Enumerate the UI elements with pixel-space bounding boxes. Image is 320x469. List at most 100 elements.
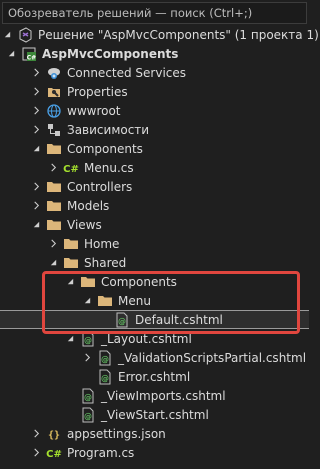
tree-node-label: Menu.cs [84, 160, 134, 175]
expand-chevron-icon[interactable] [30, 177, 42, 196]
properties-node[interactable]: Properties [0, 82, 309, 101]
views-folder[interactable]: Views [0, 215, 309, 234]
dependencies-icon [46, 122, 62, 138]
tree-node-label: _ViewImports.cshtml [101, 388, 226, 403]
properties-icon [46, 84, 62, 100]
tree-node-label: _ViewStart.cshtml [101, 407, 209, 422]
tree-node-label: Components [67, 141, 143, 156]
razor-file-icon: @ [97, 369, 113, 385]
tree-node-label: Зависимости [67, 122, 150, 137]
expand-chevron-icon[interactable] [81, 348, 93, 367]
folder-icon [63, 255, 79, 271]
folder-icon [46, 198, 62, 214]
viewstart-file[interactable]: @ _ViewStart.cshtml [0, 405, 309, 424]
default-cshtml-file[interactable]: @ Default.cshtml [0, 310, 309, 329]
collapse-chevron-icon[interactable] [1, 25, 13, 44]
tree-node-label: appsettings.json [67, 426, 166, 441]
expand-chevron-icon[interactable] [30, 101, 42, 120]
svg-text:C#: C# [27, 54, 36, 61]
collapse-chevron-icon[interactable] [64, 272, 76, 291]
menu-folder[interactable]: Menu [0, 291, 309, 310]
expand-chevron-icon[interactable] [47, 234, 59, 253]
collapse-chevron-icon[interactable] [47, 253, 59, 272]
expand-chevron-icon[interactable] [30, 63, 42, 82]
svg-text:@: @ [118, 317, 126, 326]
models-folder[interactable]: Models [0, 196, 309, 215]
connected-services-icon [46, 65, 62, 81]
error-cshtml-file[interactable]: @ Error.cshtml [0, 367, 309, 386]
folder-icon [63, 236, 79, 252]
svg-text:@: @ [84, 336, 92, 345]
folder-icon [80, 274, 96, 290]
tree-node-label: AspMvcComponents [42, 46, 179, 61]
program-cs-file[interactable]: C# Program.cs [0, 443, 309, 462]
csharp-file-icon: C# [63, 160, 79, 176]
expand-chevron-icon[interactable] [30, 196, 42, 215]
collapse-chevron-icon[interactable] [30, 215, 42, 234]
expand-chevron-icon[interactable] [47, 158, 59, 177]
tree-node-label: Shared [84, 255, 127, 270]
tree-node-label: Properties [67, 84, 128, 99]
csharp-file-icon: C# [46, 445, 62, 461]
connected-services-node[interactable]: Connected Services [0, 63, 309, 82]
collapse-chevron-icon[interactable] [64, 329, 76, 348]
tree-node-label: _ValidationScriptsPartial.cshtml [118, 350, 307, 365]
svg-text:@: @ [101, 355, 109, 364]
razor-file-icon: @ [97, 350, 113, 366]
solution-node[interactable]: Решение "AspMvcComponents" (1 проекта 1) [0, 25, 319, 44]
expand-chevron-icon[interactable] [30, 443, 42, 462]
home-folder[interactable]: Home [0, 234, 309, 253]
razor-file-icon: @ [80, 388, 96, 404]
solution-icon [17, 26, 33, 43]
svg-text:C#: C# [63, 164, 79, 175]
project-node[interactable]: C# AspMvcComponents [0, 44, 309, 63]
wwwroot-node[interactable]: wwwroot [0, 101, 309, 120]
razor-file-icon: @ [80, 407, 96, 423]
tree-node-label: Models [67, 198, 110, 213]
tree-node-label: Components [101, 274, 177, 289]
tree-node-label: Controllers [67, 179, 133, 194]
shared-components-folder[interactable]: Components [0, 272, 309, 291]
expand-chevron-icon[interactable] [30, 82, 42, 101]
appsettings-file[interactable]: {} appsettings.json [0, 424, 309, 443]
tree-node-label: Home [84, 236, 120, 251]
tree-node-label: Error.cshtml [118, 369, 191, 384]
collapse-chevron-icon[interactable] [5, 44, 17, 63]
tree-node-label: _Layout.cshtml [101, 331, 192, 346]
tree-node-label: Views [67, 217, 102, 232]
collapse-chevron-icon[interactable] [30, 139, 42, 158]
shared-folder[interactable]: Shared [0, 253, 309, 272]
svg-text:@: @ [84, 412, 92, 421]
menu-cs-file[interactable]: C# Menu.cs [0, 158, 309, 177]
tree-node-label: Default.cshtml [135, 312, 223, 327]
razor-file-icon: @ [80, 331, 96, 347]
search-bar[interactable] [2, 2, 307, 24]
folder-icon [46, 141, 62, 157]
folder-icon [46, 217, 62, 233]
json-file-icon: {} [46, 426, 62, 442]
components-folder[interactable]: Components [0, 139, 309, 158]
expand-chevron-icon[interactable] [30, 120, 42, 139]
tree-node-label: wwwroot [67, 103, 121, 118]
globe-icon [46, 103, 62, 119]
validation-scripts-file[interactable]: @ _ValidationScriptsPartial.cshtml [0, 348, 309, 367]
viewimports-file[interactable]: @ _ViewImports.cshtml [0, 386, 309, 405]
layout-cshtml-file[interactable]: @ _Layout.cshtml [0, 329, 309, 348]
controllers-folder[interactable]: Controllers [0, 177, 309, 196]
tree-node-label: Решение "AspMvcComponents" (1 проекта 1) [38, 27, 319, 42]
razor-file-icon: @ [114, 312, 130, 328]
expand-chevron-icon[interactable] [30, 424, 42, 443]
search-input[interactable] [3, 3, 306, 23]
collapse-chevron-icon[interactable] [81, 291, 93, 310]
tree-node-label: Connected Services [67, 65, 187, 80]
folder-icon [46, 179, 62, 195]
svg-text:@: @ [101, 374, 109, 383]
tree-node-label: Menu [118, 293, 151, 308]
csharp-project-icon: C# [21, 46, 37, 62]
svg-text:{}: {} [48, 430, 60, 441]
dependencies-node[interactable]: Зависимости [0, 120, 309, 139]
